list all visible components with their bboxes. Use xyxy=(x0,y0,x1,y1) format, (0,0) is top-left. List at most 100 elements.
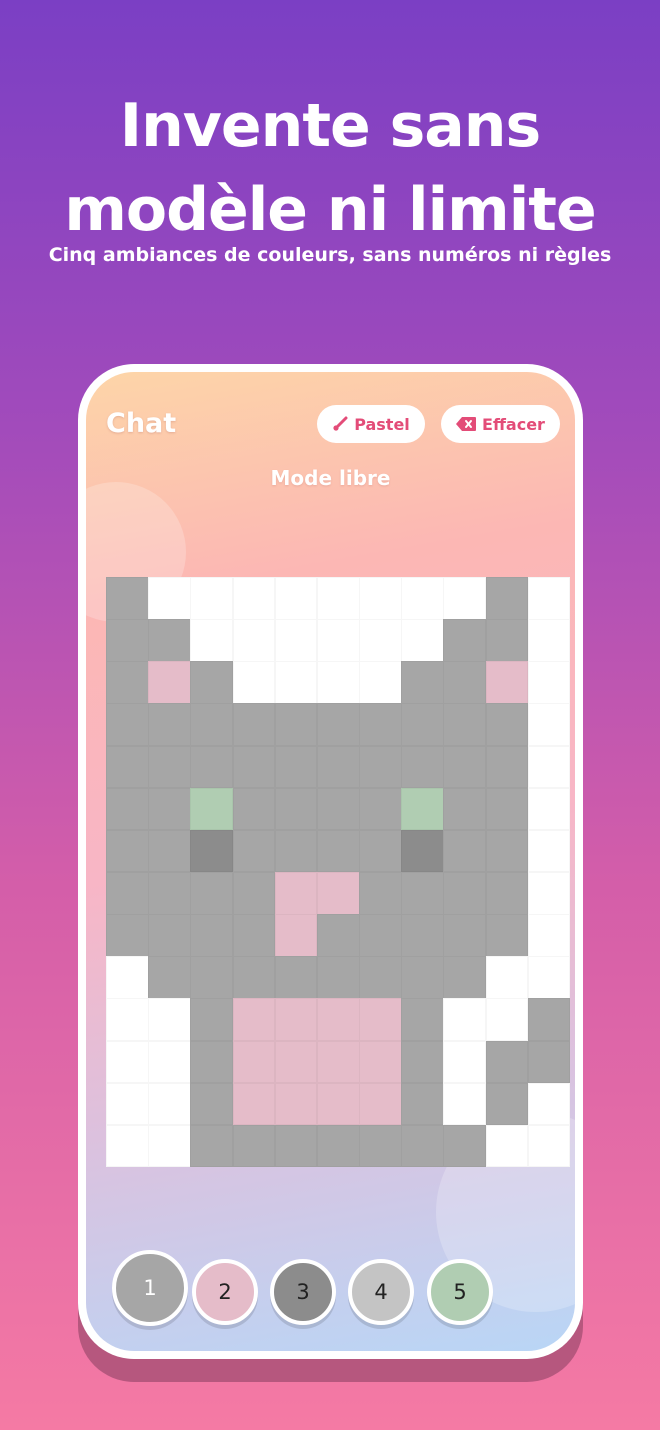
pixel-cell[interactable] xyxy=(190,745,234,789)
pixel-cell[interactable] xyxy=(148,577,191,620)
pixel-cell[interactable] xyxy=(359,872,402,915)
pixel-cell[interactable] xyxy=(190,577,234,620)
pixel-cell[interactable] xyxy=(190,1124,234,1168)
pixel-cell[interactable] xyxy=(316,1124,360,1168)
pixel-cell[interactable] xyxy=(232,577,276,620)
pixel-cell[interactable] xyxy=(359,787,402,831)
pixel-cell[interactable] xyxy=(190,956,234,999)
pixel-cell[interactable] xyxy=(190,619,234,662)
pixel-cell[interactable] xyxy=(359,914,402,957)
pixel-cell[interactable] xyxy=(232,1082,276,1126)
pixel-cell[interactable] xyxy=(274,829,318,873)
pixel-cell[interactable] xyxy=(527,745,571,789)
pixel-cell[interactable] xyxy=(443,829,487,873)
pixel-cell[interactable] xyxy=(148,914,191,957)
pixel-cell[interactable] xyxy=(316,872,360,915)
pixel-cell[interactable] xyxy=(106,787,149,831)
pixel-cell[interactable] xyxy=(232,956,276,999)
pixel-cell[interactable] xyxy=(148,829,191,873)
pixel-cell[interactable] xyxy=(401,914,444,957)
pixel-cell[interactable] xyxy=(232,1124,276,1168)
pixel-cell[interactable] xyxy=(443,619,487,662)
pixel-cell[interactable] xyxy=(527,998,571,1042)
pixel-cell[interactable] xyxy=(527,661,571,704)
pixel-cell[interactable] xyxy=(359,1040,402,1084)
pixel-cell[interactable] xyxy=(232,829,276,873)
pixel-cell[interactable] xyxy=(274,998,318,1042)
pixel-cell[interactable] xyxy=(274,1040,318,1084)
pixel-cell[interactable] xyxy=(401,872,444,915)
pixel-cell[interactable] xyxy=(232,1040,276,1084)
pixel-cell[interactable] xyxy=(316,998,360,1042)
pixel-cell[interactable] xyxy=(401,745,444,789)
pixel-cell[interactable] xyxy=(232,914,276,957)
pixel-cell[interactable] xyxy=(443,577,487,620)
pixel-cell[interactable] xyxy=(190,787,234,831)
pixel-cell[interactable] xyxy=(148,787,191,831)
pixel-cell[interactable] xyxy=(190,661,234,704)
pixel-cell[interactable] xyxy=(359,1082,402,1126)
pixel-cell[interactable] xyxy=(274,872,318,915)
pixel-cell[interactable] xyxy=(485,1082,529,1126)
pixel-cell[interactable] xyxy=(485,619,529,662)
pixel-cell[interactable] xyxy=(401,998,444,1042)
pixel-cell[interactable] xyxy=(106,703,149,747)
pixel-cell[interactable] xyxy=(106,872,149,915)
pixel-cell[interactable] xyxy=(148,745,191,789)
pixel-cell[interactable] xyxy=(148,1082,191,1126)
pixel-cell[interactable] xyxy=(316,619,360,662)
pixel-cell[interactable] xyxy=(401,577,444,620)
pixel-cell[interactable] xyxy=(190,914,234,957)
pixel-cell[interactable] xyxy=(106,998,149,1042)
pixel-cell[interactable] xyxy=(232,661,276,704)
pixel-cell[interactable] xyxy=(232,872,276,915)
pixel-cell[interactable] xyxy=(106,745,149,789)
pixel-cell[interactable] xyxy=(359,998,402,1042)
pixel-cell[interactable] xyxy=(274,956,318,999)
pixel-cell[interactable] xyxy=(443,956,487,999)
pixel-cell[interactable] xyxy=(443,914,487,957)
pixel-cell[interactable] xyxy=(190,1040,234,1084)
pixel-cell[interactable] xyxy=(148,1040,191,1084)
pixel-cell[interactable] xyxy=(274,1082,318,1126)
pixel-cell[interactable] xyxy=(485,577,529,620)
pixel-cell[interactable] xyxy=(106,619,149,662)
pixel-cell[interactable] xyxy=(401,661,444,704)
pixel-cell[interactable] xyxy=(527,1040,571,1084)
pixel-cell[interactable] xyxy=(316,745,360,789)
pixel-cell[interactable] xyxy=(190,1082,234,1126)
pixel-cell[interactable] xyxy=(148,872,191,915)
pixel-cell[interactable] xyxy=(485,661,529,704)
pixel-cell[interactable] xyxy=(401,1082,444,1126)
pastel-button[interactable]: Pastel xyxy=(317,405,425,443)
pixel-cell[interactable] xyxy=(443,1040,487,1084)
pixel-cell[interactable] xyxy=(527,703,571,747)
pixel-cell[interactable] xyxy=(274,661,318,704)
pixel-cell[interactable] xyxy=(359,577,402,620)
pixel-cell[interactable] xyxy=(274,703,318,747)
pixel-cell[interactable] xyxy=(485,956,529,999)
pixel-cell[interactable] xyxy=(401,1040,444,1084)
pixel-cell[interactable] xyxy=(359,829,402,873)
pixel-cell[interactable] xyxy=(274,577,318,620)
pixel-cell[interactable] xyxy=(316,1082,360,1126)
clear-button[interactable]: Effacer xyxy=(441,405,560,443)
pixel-cell[interactable] xyxy=(274,745,318,789)
pixel-cell[interactable] xyxy=(316,661,360,704)
pixel-cell[interactable] xyxy=(443,787,487,831)
pixel-cell[interactable] xyxy=(316,577,360,620)
pixel-cell[interactable] xyxy=(106,956,149,999)
pixel-cell[interactable] xyxy=(148,619,191,662)
pixel-cell[interactable] xyxy=(274,619,318,662)
pixel-cell[interactable] xyxy=(527,914,571,957)
pixel-cell[interactable] xyxy=(485,829,529,873)
pixel-cell[interactable] xyxy=(316,703,360,747)
pixel-cell[interactable] xyxy=(274,787,318,831)
pixel-cell[interactable] xyxy=(190,872,234,915)
pixel-cell[interactable] xyxy=(190,829,234,873)
pixel-cell[interactable] xyxy=(359,745,402,789)
pixel-cell[interactable] xyxy=(527,1124,571,1168)
pixel-cell[interactable] xyxy=(527,577,571,620)
pixel-cell[interactable] xyxy=(274,914,318,957)
pixel-cell[interactable] xyxy=(485,1040,529,1084)
